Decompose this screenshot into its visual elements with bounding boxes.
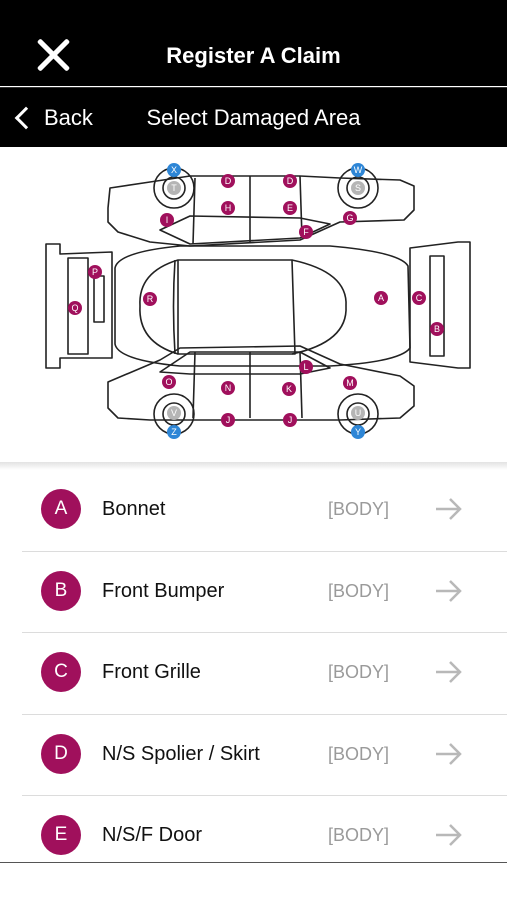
svg-text:R: R	[147, 294, 154, 304]
svg-text:W: W	[354, 165, 363, 175]
svg-text:K: K	[286, 384, 292, 394]
svg-text:U: U	[355, 408, 362, 418]
marker-G: G	[343, 211, 357, 225]
svg-text:C: C	[416, 293, 423, 303]
marker-U: U	[351, 406, 365, 420]
section-title: Select Damaged Area	[146, 105, 361, 130]
svg-text:F: F	[303, 227, 309, 237]
area-letter-badge: E	[41, 815, 81, 855]
marker-O: O	[162, 375, 176, 389]
svg-text:P: P	[92, 267, 98, 277]
list-item[interactable]: C Front Grille [BODY]	[22, 633, 507, 715]
svg-text:Y: Y	[355, 427, 361, 437]
header-bar: Register A Claim	[0, 0, 507, 86]
marker-B: B	[430, 322, 444, 336]
area-label: Front Grille	[102, 661, 201, 683]
list-item[interactable]: D N/S Spolier / Skirt [BODY]	[22, 715, 507, 796]
svg-text:E: E	[287, 203, 293, 213]
area-category: [BODY]	[328, 580, 390, 601]
area-label: Front Bumper	[102, 579, 225, 602]
arrow-right-icon	[436, 498, 462, 520]
list-item[interactable]: A Bonnet [BODY]	[22, 470, 507, 552]
marker-J1: J	[221, 413, 235, 427]
marker-P: P	[88, 265, 102, 279]
marker-M: M	[343, 376, 357, 390]
car-diagram-svg: A B C D D E F G H I J J K L M N O P Q R …	[45, 163, 471, 439]
marker-L: L	[299, 360, 313, 374]
marker-N: N	[221, 381, 235, 395]
arrow-right-icon	[436, 742, 462, 765]
arrow-right-icon	[436, 661, 462, 683]
area-letter-badge: D	[41, 733, 81, 774]
svg-text:D: D	[287, 176, 294, 186]
marker-W: W	[351, 163, 365, 177]
marker-H: H	[221, 201, 235, 215]
marker-J2: J	[283, 413, 297, 427]
svg-text:N: N	[225, 383, 232, 393]
marker-X: X	[167, 163, 181, 177]
svg-text:J: J	[288, 415, 293, 425]
marker-F: F	[299, 225, 313, 239]
svg-text:D: D	[225, 176, 232, 186]
svg-text:Q: Q	[71, 303, 78, 313]
area-label: N/S Spolier / Skirt	[102, 742, 260, 765]
car-side-top-outline	[107, 167, 415, 247]
area-label: N/S/F Door	[102, 824, 203, 846]
damage-area-list: A Bonnet [BODY] B Front Bumper [BODY] C …	[0, 470, 507, 864]
area-category: [BODY]	[328, 662, 390, 682]
marker-D1: D	[221, 174, 235, 188]
list-item[interactable]: E N/S/F Door [BODY]	[22, 796, 507, 864]
svg-text:O: O	[165, 377, 172, 387]
car-damage-diagram: A B C D D E F G H I J J K L M N O P Q R …	[0, 148, 507, 464]
svg-text:S: S	[355, 183, 361, 193]
marker-Q: Q	[68, 301, 82, 315]
marker-A: A	[374, 291, 388, 305]
svg-text:G: G	[346, 213, 353, 223]
marker-C: C	[412, 291, 426, 305]
marker-T: T	[167, 181, 181, 195]
area-category: [BODY]	[328, 499, 390, 519]
svg-text:A: A	[378, 293, 384, 303]
svg-text:I: I	[166, 215, 169, 225]
svg-text:B: B	[434, 324, 440, 334]
area-letter-badge: B	[41, 570, 81, 611]
marker-E: E	[283, 201, 297, 215]
area-letter-badge: A	[41, 489, 81, 529]
marker-S: S	[351, 181, 365, 195]
marker-K: K	[282, 382, 296, 396]
svg-text:T: T	[171, 183, 177, 193]
car-top-outline	[45, 241, 471, 369]
subheader-bar: Back Select Damaged Area	[0, 87, 507, 147]
area-label: Bonnet	[102, 498, 166, 520]
marker-R: R	[143, 292, 157, 306]
svg-text:M: M	[346, 378, 354, 388]
svg-text:J: J	[226, 415, 231, 425]
svg-text:H: H	[225, 203, 232, 213]
svg-text:L: L	[303, 362, 308, 372]
car-side-bottom-outline	[107, 345, 415, 435]
marker-D2: D	[283, 174, 297, 188]
diagram-divider	[0, 462, 507, 470]
svg-text:X: X	[171, 165, 177, 175]
area-category: [BODY]	[328, 825, 390, 845]
area-category: [BODY]	[328, 743, 390, 764]
marker-V: V	[167, 406, 181, 420]
area-letter-badge: C	[41, 652, 81, 692]
marker-Z: Z	[167, 425, 181, 439]
arrow-right-icon	[436, 824, 462, 846]
svg-text:V: V	[171, 408, 177, 418]
list-item[interactable]: B Front Bumper [BODY]	[22, 552, 507, 633]
page-title: Register A Claim	[166, 43, 341, 68]
arrow-right-icon	[436, 579, 462, 602]
marker-I: I	[160, 213, 174, 227]
marker-Y: Y	[351, 425, 365, 439]
svg-text:Z: Z	[171, 427, 177, 437]
bottom-divider	[0, 862, 507, 863]
